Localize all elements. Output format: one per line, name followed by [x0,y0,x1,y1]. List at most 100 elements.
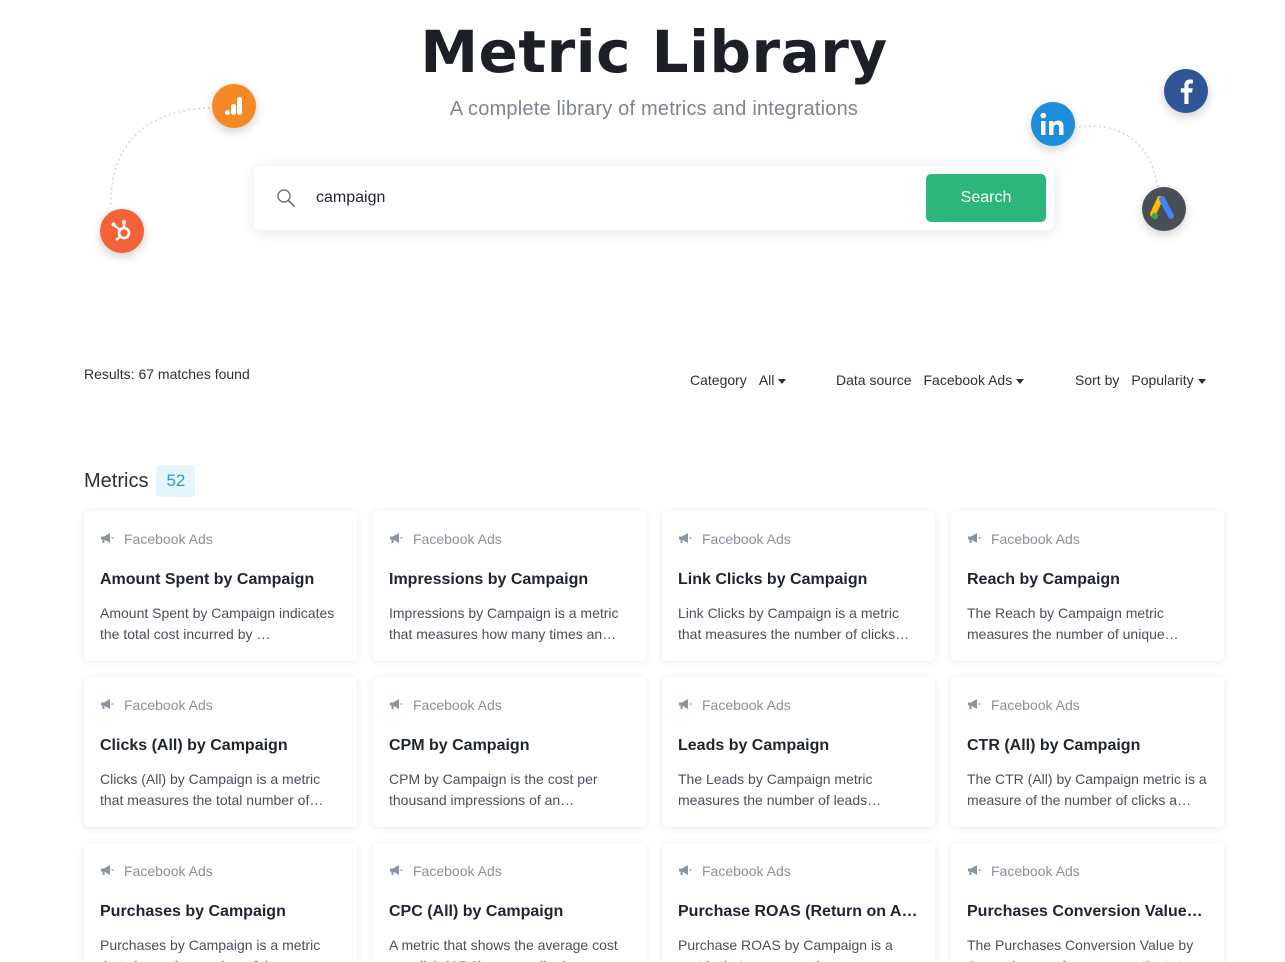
megaphone-icon [967,697,981,713]
card-source: Facebook Ads [100,861,341,881]
page-subtitle: A complete library of metrics and integr… [449,98,859,120]
metrics-count-badge: 52 [156,465,196,497]
card-description: The Purchases Conversion Value by Campai… [967,937,1195,962]
sort-filter: Sort by Popularity [1075,372,1206,388]
card-source: Facebook Ads [389,529,630,549]
google-analytics-icon [212,84,256,128]
card-source: Facebook Ads [967,695,1208,715]
sort-filter-label: Sort by [1075,372,1120,388]
megaphone-icon [389,697,403,713]
category-filter: Category All [690,372,787,388]
metric-card[interactable]: Facebook Ads CPC (All) by Campaign A met… [373,843,646,962]
search-icon [276,188,296,208]
data-source-dropdown[interactable]: Facebook Ads [923,372,1025,388]
category-dropdown[interactable]: All [759,372,787,388]
metric-card[interactable]: Facebook Ads Purchase ROAS (Return on Ad… [662,843,935,962]
card-title: Reach by Campaign [967,571,1120,588]
card-source-name: Facebook Ads [124,531,213,547]
card-description: Link Clicks by Campaign is a metric that… [678,605,910,642]
search-bar: Search [254,166,1054,230]
card-title: Purchase ROAS (Return on Ad… [678,903,919,920]
search-button[interactable]: Search [926,174,1046,222]
category-value: All [758,372,775,388]
sort-value: Popularity [1131,372,1194,388]
metric-card[interactable]: Facebook Ads CPM by Campaign CPM by Camp… [373,677,646,827]
card-source-name: Facebook Ads [702,697,791,713]
facebook-icon [1164,69,1208,113]
data-source-filter-label: Data source [836,372,912,388]
card-source-name: Facebook Ads [991,531,1080,547]
card-source-name: Facebook Ads [991,697,1080,713]
category-filter-label: Category [690,372,747,388]
card-title: Impressions by Campaign [389,571,589,588]
card-source: Facebook Ads [100,695,341,715]
card-description: The CTR (All) by Campaign metric is a me… [967,771,1207,808]
megaphone-icon [678,697,692,713]
card-source: Facebook Ads [389,861,630,881]
data-source-filter: Data source Facebook Ads [836,372,1025,388]
card-source: Facebook Ads [678,529,919,549]
results-count: Results: 67 matches found [84,366,250,382]
card-title: CTR (All) by Campaign [967,737,1141,754]
card-title: Amount Spent by Campaign [100,571,315,588]
megaphone-icon [389,531,403,547]
card-title: CPC (All) by Campaign [389,903,564,920]
card-source-name: Facebook Ads [413,863,502,879]
page-title: Metric Library [420,18,888,86]
metric-card[interactable]: Facebook Ads Purchases Conversion Value…… [951,843,1224,962]
card-description: The Leads by Campaign metric measures th… [678,771,882,808]
chevron-down-icon [1197,378,1206,384]
card-description: Clicks (All) by Campaign is a metric tha… [100,771,324,808]
chevron-down-icon [1016,378,1025,384]
metric-card[interactable]: Facebook Ads Purchases by Campaign Purch… [84,843,357,962]
metric-card[interactable]: Facebook Ads CTR (All) by Campaign The C… [951,677,1224,827]
megaphone-icon [389,863,403,879]
card-title: Clicks (All) by Campaign [100,737,288,754]
metric-card[interactable]: Facebook Ads Reach by Campaign The Reach… [951,511,1224,661]
megaphone-icon [967,863,981,879]
metric-card[interactable]: Facebook Ads Impressions by Campaign Imp… [373,511,646,661]
section-title: Metrics [84,469,149,492]
data-source-value: Facebook Ads [923,372,1013,388]
card-title: CPM by Campaign [389,737,530,754]
card-description: Purchase ROAS by Campaign is a metric th… [678,937,893,962]
card-title: Link Clicks by Campaign [678,571,868,588]
card-description: The Reach by Campaign metric measures th… [967,605,1179,642]
megaphone-icon [100,863,114,879]
metrics-section-header: Metrics 52 [84,465,196,497]
search-input[interactable] [316,182,916,214]
linkedin-icon [1031,102,1075,146]
card-source: Facebook Ads [967,529,1208,549]
megaphone-icon [100,531,114,547]
card-description: Purchases by Campaign is a metric that s… [100,937,321,962]
card-source-name: Facebook Ads [413,697,502,713]
card-title: Purchases by Campaign [100,903,286,920]
chevron-down-icon [778,378,787,384]
card-source: Facebook Ads [389,695,630,715]
hubspot-icon [100,209,144,253]
card-source: Facebook Ads [100,529,341,549]
metrics-grid: Facebook Ads Amount Spent by Campaign Am… [84,511,1224,962]
card-source-name: Facebook Ads [702,531,791,547]
card-source: Facebook Ads [678,695,919,715]
megaphone-icon [967,531,981,547]
card-description: A metric that shows the average cost per… [389,937,618,962]
metric-card[interactable]: Facebook Ads Link Clicks by Campaign Lin… [662,511,935,661]
metric-card[interactable]: Facebook Ads Clicks (All) by Campaign Cl… [84,677,357,827]
card-source: Facebook Ads [678,861,919,881]
card-source: Facebook Ads [967,861,1208,881]
card-source-name: Facebook Ads [702,863,791,879]
megaphone-icon [678,863,692,879]
card-source-name: Facebook Ads [991,863,1080,879]
megaphone-icon [678,531,692,547]
card-description: Amount Spent by Campaign indicates the t… [100,605,335,642]
sort-dropdown[interactable]: Popularity [1131,372,1206,388]
card-description: CPM by Campaign is the cost per thousand… [389,771,598,808]
google-ads-icon [1142,187,1186,231]
megaphone-icon [100,697,114,713]
card-source-name: Facebook Ads [124,697,213,713]
metric-card[interactable]: Facebook Ads Amount Spent by Campaign Am… [84,511,357,661]
metric-card[interactable]: Facebook Ads Leads by Campaign The Leads… [662,677,935,827]
card-description: Impressions by Campaign is a metric that… [389,605,619,642]
card-source-name: Facebook Ads [413,531,502,547]
